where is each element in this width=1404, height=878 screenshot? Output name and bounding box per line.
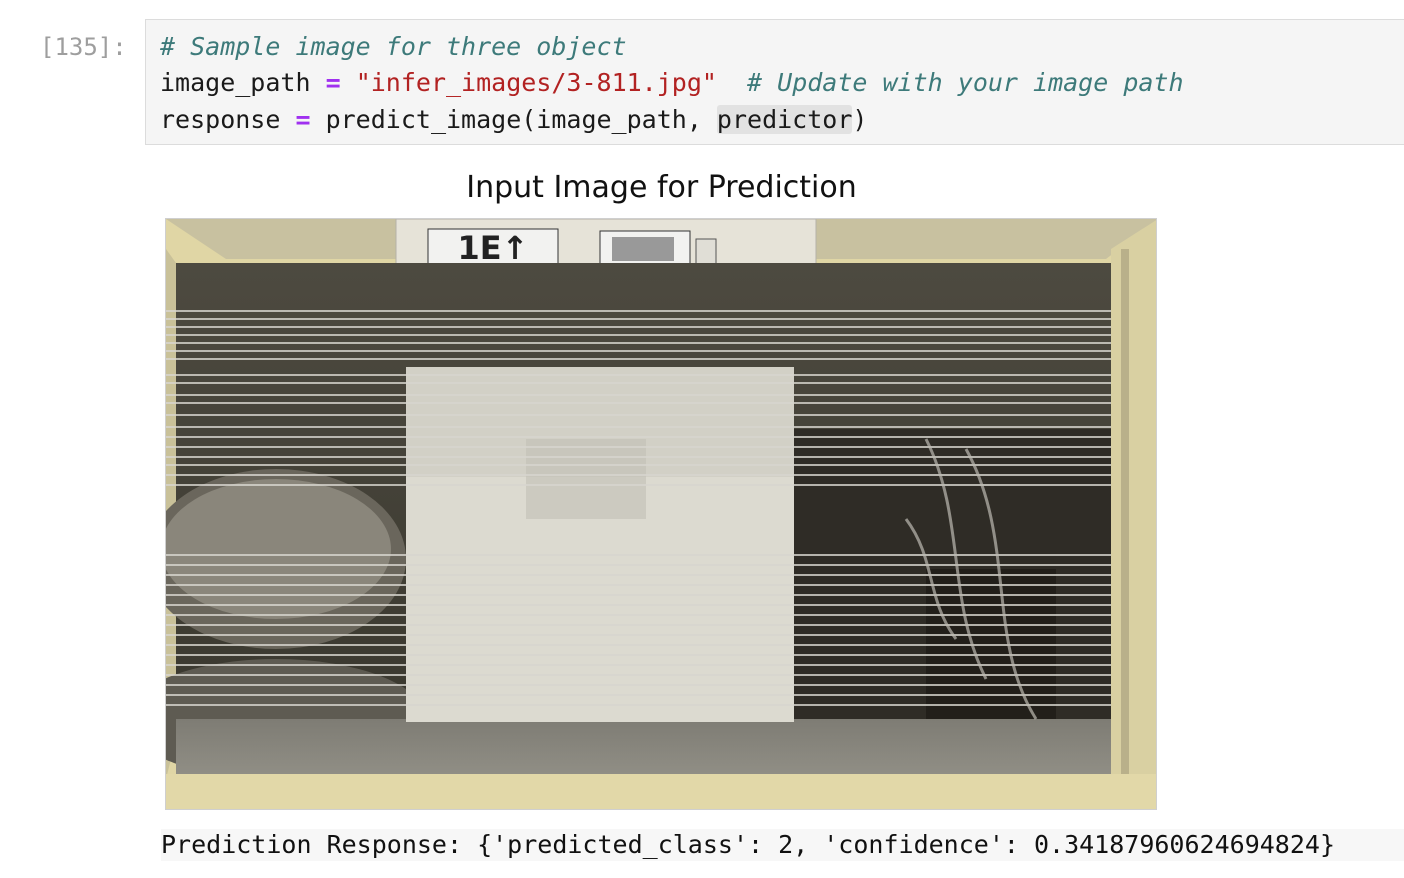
code-line-2: image_path = "infer_images/3-811.jpg" # … — [160, 68, 1184, 98]
code-argument-highlight: predictor — [716, 105, 853, 134]
code-variable: response — [160, 105, 296, 134]
input-image: 1E↑ — [165, 218, 1157, 810]
code-operator: = — [295, 105, 311, 134]
code-call: predict_image(image_path, — [310, 105, 717, 134]
code-close-paren: ) — [852, 105, 868, 134]
code-line-3: response = predict_image(image_path, pre… — [160, 105, 867, 135]
bin-label-1: 1E↑ — [458, 229, 529, 267]
prediction-output: Prediction Response: {'predicted_class':… — [161, 829, 1404, 861]
figure-title: Input Image for Prediction — [466, 170, 857, 205]
code-operator: = — [325, 68, 341, 97]
code-variable: image_path — [160, 68, 326, 97]
cell-prompt: [135]: — [40, 33, 127, 61]
code-comment: # Update with your image path — [747, 68, 1184, 97]
code-line-1: # Sample image for three object — [160, 32, 627, 62]
code-cell[interactable]: # Sample image for three object image_pa… — [145, 19, 1404, 145]
code-string: "infer_images/3-811.jpg" — [355, 68, 717, 97]
input-image-drawing: 1E↑ — [166, 219, 1156, 809]
code-comment: # Sample image for three object — [160, 32, 627, 61]
